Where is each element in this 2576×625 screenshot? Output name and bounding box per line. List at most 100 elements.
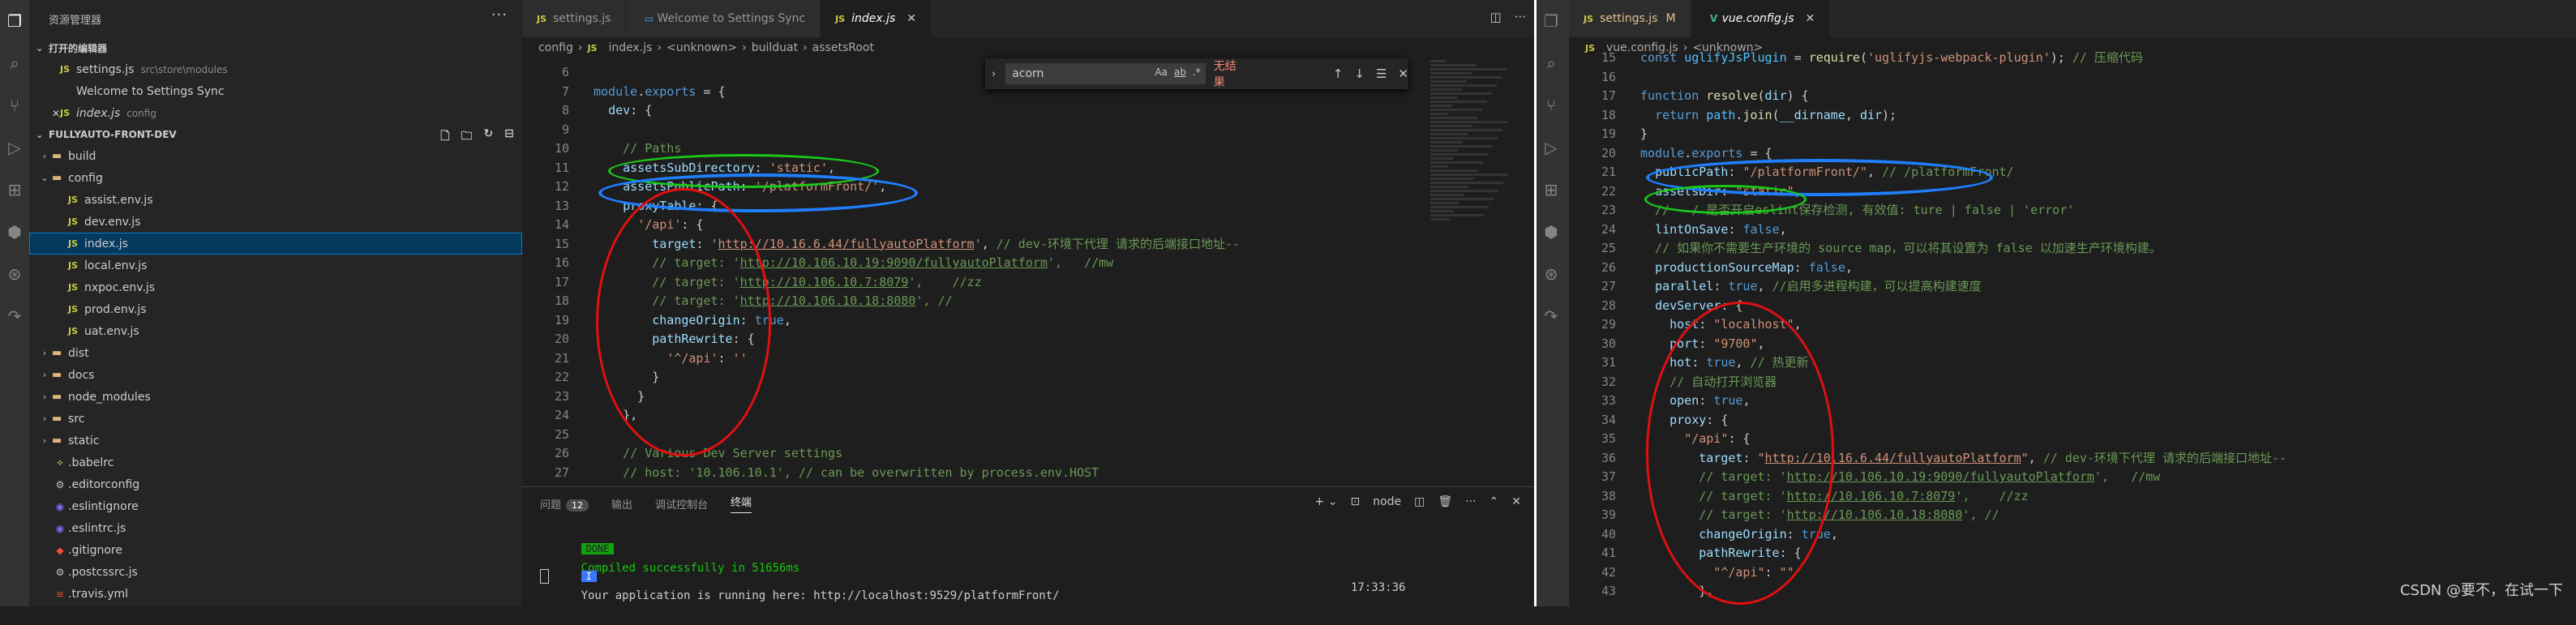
tab-debug-console[interactable]: 调试控制台 bbox=[655, 496, 708, 512]
source-control-icon[interactable]: ⑂ bbox=[0, 84, 29, 126]
close-icon[interactable]: ✕ bbox=[1511, 495, 1521, 508]
source-control-icon[interactable]: ⑂ bbox=[1537, 84, 1566, 126]
file-tree-label: prod.env.js bbox=[84, 302, 147, 316]
file-tree-item[interactable]: › ▬ docs bbox=[29, 364, 522, 386]
bottom-panel: 问题 12 输出 调试控制台 终端 + ⌄ ⊡ node ◫ 🗑 ··· ⌃ ✕ … bbox=[522, 486, 1534, 607]
file-tree-item[interactable]: › ▬ node_modules bbox=[29, 386, 522, 408]
file-tree-item[interactable]: › ▬ static bbox=[29, 430, 522, 452]
breadcrumb-item[interactable]: index.js bbox=[608, 41, 652, 54]
find-in-selection-icon[interactable]: ☰ bbox=[1376, 66, 1387, 81]
editor-tab[interactable]: JS settings.js M bbox=[1569, 0, 1691, 37]
editor-tab[interactable]: Vvue.config.js ✕ bbox=[1691, 0, 1831, 37]
explorer-icon[interactable]: ❐ bbox=[0, 0, 29, 42]
share-icon[interactable]: ↷ bbox=[1537, 295, 1566, 337]
search-icon[interactable]: ⌕ bbox=[0, 42, 29, 84]
open-editor-item[interactable]: JS settings.js src\store\modules bbox=[29, 58, 522, 80]
more-actions-icon[interactable]: ··· bbox=[1465, 495, 1476, 508]
file-tree-item[interactable]: JS prod.env.js bbox=[29, 298, 522, 320]
previous-match-icon[interactable]: ↑ bbox=[1333, 66, 1344, 81]
find-input[interactable]: acorn Aa ab .* bbox=[1005, 63, 1206, 84]
code-area[interactable]: 15 const uglifyJsPlugin = require('uglify… bbox=[1569, 49, 2576, 601]
editor-tab[interactable]: ▭ Welcome to Settings Sync bbox=[626, 0, 821, 37]
file-tree-item[interactable]: › ▬ dist bbox=[29, 342, 522, 364]
file-tree-item[interactable]: › ▬ build bbox=[29, 145, 522, 167]
file-tree-item[interactable]: ◉ .eslintrc.js bbox=[29, 517, 522, 539]
open-editor-item[interactable]: Welcome to Settings Sync bbox=[29, 80, 522, 102]
file-tree-item[interactable]: ◆ .gitignore bbox=[29, 539, 522, 561]
file-tree-item[interactable]: JS nxpoc.env.js bbox=[29, 276, 522, 298]
open-editors-header[interactable]: ⌄ 打开的编辑器 bbox=[29, 37, 522, 58]
run-debug-icon[interactable]: ▷ bbox=[1537, 126, 1566, 169]
file-tree-item[interactable]: ⚙ .editorconfig bbox=[29, 473, 522, 495]
breadcrumb-item[interactable]: config bbox=[538, 41, 573, 54]
close-icon[interactable]: ✕ bbox=[907, 12, 916, 25]
more-actions-icon[interactable]: ··· bbox=[1515, 10, 1526, 24]
code-token: : { bbox=[696, 198, 718, 213]
collapse-all-icon[interactable]: ⊟ bbox=[504, 127, 514, 147]
file-tree-item[interactable]: ⌄ ▬ config bbox=[29, 167, 522, 189]
project-header[interactable]: ⌄ FULLYAUTO-FRONT-DEV 🗋 🗀 ↻ ⊟ bbox=[29, 124, 522, 145]
close-icon[interactable]: ✕ bbox=[1805, 12, 1815, 25]
file-tree-item[interactable]: JS index.js bbox=[29, 233, 522, 255]
split-editor-icon[interactable]: ◫ bbox=[1490, 10, 1502, 24]
breadcrumb-item[interactable]: builduat bbox=[752, 41, 798, 54]
next-match-icon[interactable]: ↓ bbox=[1354, 66, 1365, 81]
close-icon[interactable]: ✕ bbox=[1398, 66, 1408, 81]
file-tree-item[interactable]: JS uat.env.js bbox=[29, 320, 522, 342]
open-editor-name: Welcome to Settings Sync bbox=[76, 84, 225, 98]
file-tree-item[interactable]: › ▬ src bbox=[29, 408, 522, 430]
close-icon[interactable]: ✕ bbox=[52, 108, 60, 119]
split-terminal-icon[interactable]: ◫ bbox=[1414, 495, 1425, 508]
terminal-name[interactable]: node bbox=[1373, 495, 1401, 508]
remote-icon[interactable]: ⬢ bbox=[1537, 211, 1566, 253]
code-area[interactable]: 6 7 module.exports = {8 dev: {9 10 // Paths… bbox=[522, 63, 1414, 482]
file-tree-item[interactable]: ≡ .travis.yml bbox=[29, 583, 522, 605]
file-tree-label: dist bbox=[68, 346, 89, 360]
explorer-icon[interactable]: ❐ bbox=[1537, 0, 1566, 42]
code-line: 31 hot: true, // 热更新 bbox=[1569, 353, 2576, 373]
share-icon[interactable]: ↷ bbox=[0, 295, 29, 337]
regex-toggle[interactable]: .* bbox=[1193, 66, 1201, 78]
new-folder-icon[interactable]: 🗀 bbox=[461, 127, 473, 147]
search-icon[interactable]: ⌕ bbox=[1537, 42, 1566, 84]
maximize-panel-icon[interactable]: ⌃ bbox=[1489, 495, 1499, 508]
tab-problems[interactable]: 问题 12 bbox=[540, 496, 589, 512]
tab-output[interactable]: 输出 bbox=[611, 496, 632, 512]
minimap-line bbox=[1430, 190, 1498, 192]
trash-icon[interactable]: 🗑 bbox=[1438, 495, 1452, 508]
whole-word-toggle[interactable]: ab bbox=[1174, 66, 1186, 78]
breadcrumb-item[interactable]: <unknown> bbox=[667, 41, 737, 54]
tab-terminal[interactable]: 终端 bbox=[731, 494, 752, 513]
open-editor-item[interactable]: ✕ JS index.js config bbox=[29, 102, 522, 124]
file-tree-item[interactable]: ◉ .eslintignore bbox=[29, 495, 522, 517]
new-terminal-icon[interactable]: + ⌄ bbox=[1315, 495, 1338, 508]
editor-tab[interactable]: JS index.js ✕ bbox=[821, 0, 932, 37]
terminal-output[interactable]: DONE Compiled successfully in 51656ms 17… bbox=[522, 520, 1534, 602]
breadcrumb-item[interactable]: assetsRoot bbox=[812, 41, 874, 54]
refresh-icon[interactable]: ↻ bbox=[484, 127, 494, 147]
file-tree-item[interactable]: ⟡ .babelrc bbox=[29, 452, 522, 473]
run-debug-icon[interactable]: ▷ bbox=[0, 126, 29, 169]
match-case-toggle[interactable]: Aa bbox=[1155, 66, 1168, 78]
file-tree-label: build bbox=[68, 149, 96, 163]
minimap[interactable] bbox=[1430, 58, 1528, 480]
git-graph-icon[interactable]: ⊛ bbox=[0, 253, 29, 295]
file-tree-item[interactable]: JS dev.env.js bbox=[29, 211, 522, 233]
minimap-line bbox=[1430, 88, 1462, 91]
file-tree-item[interactable]: JS assist.env.js bbox=[29, 189, 522, 211]
code-token: ', //mw bbox=[1047, 255, 1114, 270]
remote-icon[interactable]: ⬢ bbox=[0, 211, 29, 253]
extensions-icon[interactable]: ⊞ bbox=[0, 169, 29, 211]
code-token: // dev-环境下代理 请求的后端接口地址-- bbox=[2042, 450, 2287, 465]
line-number: 9 bbox=[561, 122, 569, 137]
extensions-icon[interactable]: ⊞ bbox=[1537, 169, 1566, 211]
toggle-replace-icon[interactable]: › bbox=[992, 68, 996, 80]
git-graph-icon[interactable]: ⊛ bbox=[1537, 253, 1566, 295]
code-token: "" bbox=[1779, 564, 1794, 580]
file-tree-item[interactable]: JS local.env.js bbox=[29, 255, 522, 276]
more-actions-icon[interactable]: ··· bbox=[491, 6, 508, 24]
new-file-icon[interactable]: 🗋 bbox=[440, 127, 449, 147]
code-token: // dev-环境下代理 请求的后端接口地址-- bbox=[996, 236, 1241, 251]
file-tree-item[interactable]: ⚙ .postcssrc.js bbox=[29, 561, 522, 583]
editor-tab[interactable]: JS settings.js bbox=[522, 0, 627, 37]
